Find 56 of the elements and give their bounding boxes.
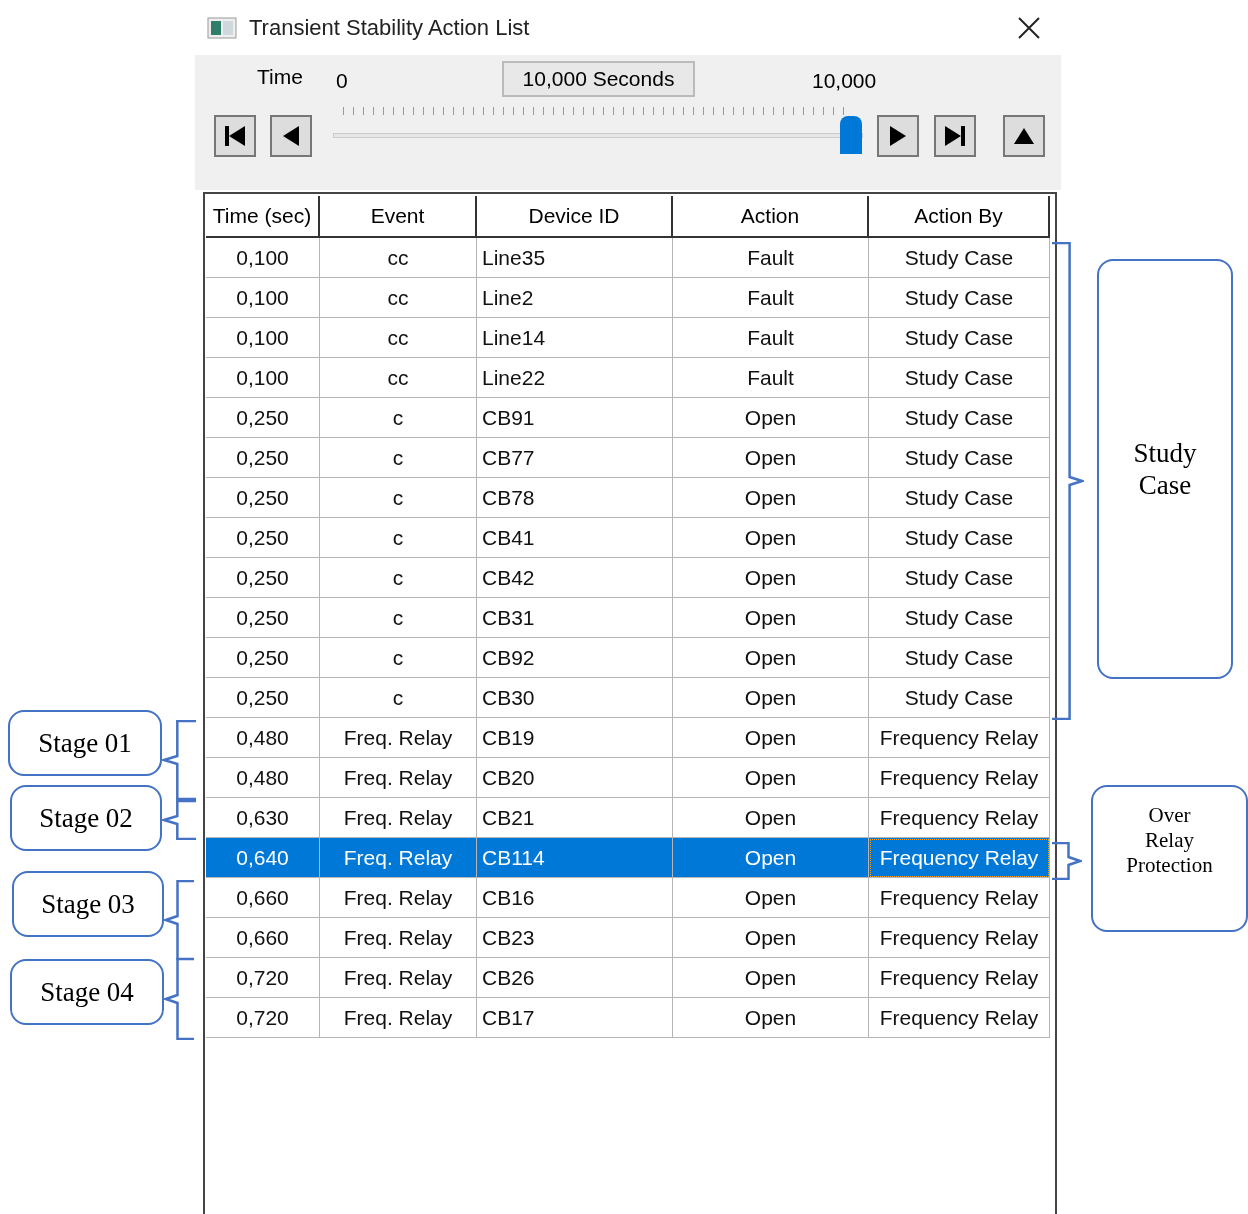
table-cell: Frequency Relay xyxy=(869,998,1050,1038)
table-row[interactable]: 0,250 c CB41 Open Study Case xyxy=(206,518,1050,558)
table-row[interactable]: 0,250 c CB78 Open Study Case xyxy=(206,478,1050,518)
table-row[interactable]: 0,250 c CB91 Open Study Case xyxy=(206,398,1050,438)
table-row[interactable]: 0,100 cc Line22 Fault Study Case xyxy=(206,358,1050,398)
table-cell: CB17 xyxy=(477,998,673,1038)
table-row[interactable]: 0,250 c CB77 Open Study Case xyxy=(206,438,1050,478)
callout-label: Stage 02 xyxy=(10,785,162,851)
skip-end-icon xyxy=(944,125,966,147)
previous-button[interactable] xyxy=(270,115,312,157)
table-row[interactable]: 0,100 cc Line2 Fault Study Case xyxy=(206,278,1050,318)
callout-label: Stage 04 xyxy=(10,959,164,1025)
column-header[interactable]: Action By xyxy=(869,196,1050,238)
callout-label: Stage 03 xyxy=(12,871,164,937)
table-row[interactable]: 0,640 Freq. Relay CB114 Open Frequency Relay xyxy=(206,838,1050,878)
window-title: Transient Stability Action List xyxy=(249,14,531,42)
table-row[interactable]: 0,720 Freq. Relay CB26 Open Frequency Relay xyxy=(206,958,1050,998)
time-label: Time xyxy=(257,64,303,90)
table-cell: Open xyxy=(673,998,869,1038)
column-header[interactable]: Device ID xyxy=(477,196,673,238)
column-header[interactable]: Action xyxy=(673,196,869,238)
callout-label: Study Case xyxy=(1097,259,1233,679)
triangle-up-icon xyxy=(1013,127,1035,145)
table-row[interactable]: 0,480 Freq. Relay CB20 Open Frequency Relay xyxy=(206,758,1050,798)
end-value: 10,000 xyxy=(812,68,877,94)
table-cell: Freq. Relay xyxy=(320,998,477,1038)
up-button[interactable] xyxy=(1003,115,1045,157)
table-row[interactable]: 0,100 cc Line35 Fault Study Case xyxy=(206,238,1050,278)
close-icon xyxy=(1018,16,1040,39)
table-row[interactable]: 0,720 Freq. Relay CB17 Open Frequency Relay xyxy=(206,998,1050,1038)
bracket xyxy=(1052,842,1082,880)
callout-label: Over Relay Protection xyxy=(1091,785,1248,932)
last-button[interactable] xyxy=(934,115,976,157)
slider-thumb[interactable] xyxy=(840,116,862,154)
table-row[interactable]: 0,250 c CB92 Open Study Case xyxy=(206,638,1050,678)
table-row[interactable]: 0,250 c CB30 Open Study Case xyxy=(206,678,1050,718)
play-icon xyxy=(889,125,907,147)
table-row[interactable]: 0,660 Freq. Relay CB16 Open Frequency Relay xyxy=(206,878,1050,918)
play-back-icon xyxy=(282,125,300,147)
skip-start-icon xyxy=(224,125,246,147)
table-row[interactable]: 0,630 Freq. Relay CB21 Open Frequency Relay xyxy=(206,798,1050,838)
table-row[interactable]: 0,100 cc Line14 Fault Study Case xyxy=(206,318,1050,358)
next-button[interactable] xyxy=(877,115,919,157)
table-cell: 0,720 xyxy=(206,998,320,1038)
column-header[interactable]: Time (sec) xyxy=(206,196,320,238)
column-header[interactable]: Event xyxy=(320,196,477,238)
table-row[interactable]: 0,660 Freq. Relay CB23 Open Frequency Relay xyxy=(206,918,1050,958)
start-value: 0 xyxy=(336,68,348,94)
table-row[interactable]: 0,480 Freq. Relay CB19 Open Frequency Relay xyxy=(206,718,1050,758)
first-button[interactable] xyxy=(214,115,256,157)
current-time-display: 10,000 Seconds xyxy=(502,61,695,97)
table-cell: Frequency Relay xyxy=(869,838,1050,878)
callout-label: Stage 01 xyxy=(8,710,162,776)
table-row[interactable]: 0,250 c CB31 Open Study Case xyxy=(206,598,1050,638)
window-icon xyxy=(207,16,237,39)
table-row[interactable]: 0,250 c CB42 Open Study Case xyxy=(206,558,1050,598)
